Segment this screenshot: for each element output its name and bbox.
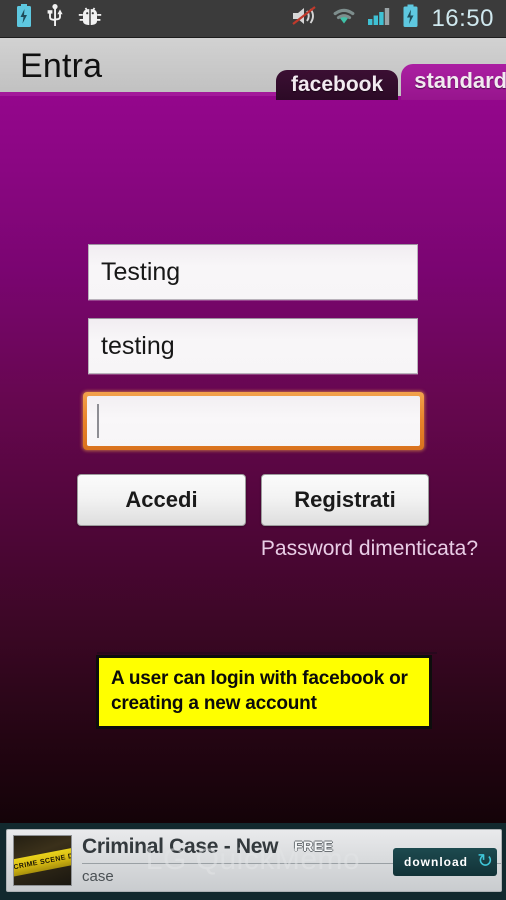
password-input[interactable] [83, 392, 424, 450]
usb-icon [46, 4, 64, 33]
refresh-icon[interactable]: ↻ [477, 852, 493, 871]
login-button-label: Accedi [125, 487, 198, 512]
battery-charging-icon [16, 4, 32, 33]
ad-body: Criminal Case - New FREE case download ↻ [72, 830, 501, 891]
login-button[interactable]: Accedi [77, 474, 246, 526]
cellular-signal-icon [367, 5, 393, 32]
battery-charging-icon [402, 4, 419, 33]
register-button-label: Registrati [294, 487, 396, 512]
status-bar-right-icons: 16:50 [291, 4, 506, 33]
android-debug-bug-icon [78, 5, 102, 32]
username-input-value: Testing [101, 257, 181, 286]
ad-thumbnail-tape-text: CRIME SCENE DO [14, 845, 71, 878]
ad-subtitle: case [82, 868, 114, 885]
annotation-text: A user can login with facebook or creati… [111, 668, 408, 715]
ad-download-label: download [404, 855, 468, 869]
wifi-icon [330, 5, 358, 32]
text-caret [97, 404, 99, 438]
password-input-inner [87, 396, 420, 446]
status-bar: 16:50 [0, 0, 506, 38]
register-button[interactable]: Registrati [261, 474, 429, 526]
username-input[interactable]: Testing [88, 244, 418, 300]
status-bar-left-icons [0, 4, 102, 33]
email-input-value: testing [101, 331, 175, 360]
tab-bar: facebook standard [276, 64, 506, 100]
email-input[interactable]: testing [88, 318, 418, 374]
forgot-password-link[interactable]: Password dimenticata? [261, 537, 478, 561]
status-bar-clock: 16:50 [431, 4, 494, 32]
ad-banner-container: CRIME SCENE DO Criminal Case - New FREE … [0, 823, 506, 900]
android-phone-screen: 16:50 Entra facebook standard Testing te… [0, 0, 506, 900]
tab-facebook[interactable]: facebook [276, 70, 399, 100]
tab-facebook-label: facebook [291, 73, 384, 96]
ad-price-badge: FREE [294, 838, 334, 854]
annotation-callout: A user can login with facebook or creati… [96, 651, 437, 730]
page-title: Entra [20, 47, 103, 85]
tab-standard[interactable]: standard [401, 64, 506, 100]
ad-thumbnail: CRIME SCENE DO [13, 835, 72, 886]
ad-banner[interactable]: CRIME SCENE DO Criminal Case - New FREE … [6, 829, 502, 892]
volume-muted-icon [291, 4, 321, 33]
tab-standard-label: standard [414, 68, 506, 93]
login-form-panel: Testing testing Accedi Registrati Passwo… [0, 96, 506, 823]
forgot-password-label: Password dimenticata? [260, 537, 478, 560]
